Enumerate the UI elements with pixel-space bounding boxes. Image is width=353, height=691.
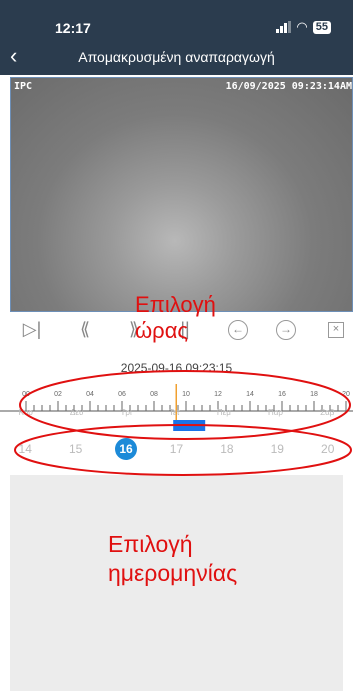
- skip-end-icon: ▷|: [22, 319, 42, 339]
- weekday-label: Δευ: [70, 408, 84, 417]
- date-item[interactable]: 14: [14, 438, 36, 460]
- close-square-icon: ×: [332, 323, 340, 335]
- ruler-hour-label: 18: [310, 391, 318, 398]
- skip-end-button[interactable]: ▷|: [20, 317, 44, 341]
- date-item[interactable]: 19: [266, 438, 288, 460]
- date-item[interactable]: 16: [115, 438, 138, 460]
- status-time: 12:17: [55, 20, 91, 36]
- ruler-hour-label: 02: [54, 391, 62, 398]
- weekday-label: Τρι: [120, 408, 132, 417]
- page-title: Απομακρυσμένη αναπαραγωγή: [78, 49, 275, 65]
- date-item[interactable]: 17: [165, 438, 187, 460]
- ruler-hour-label: 04: [86, 391, 94, 398]
- weekday-row: Κυρ Δευ Τρι Τετ Πεμ Παρ Σαβ: [0, 408, 353, 417]
- status-icons: ◠ 55: [276, 19, 331, 35]
- ruler-hour-label: 08: [150, 391, 158, 398]
- annotation-date-label: Επιλογή ημερομηνίας: [108, 530, 237, 588]
- cellular-signal-icon: [276, 21, 292, 33]
- ruler-hour-label: 16: [278, 391, 286, 398]
- ruler-hour-label: 06: [118, 391, 126, 398]
- weekday-label: Παρ: [268, 408, 283, 417]
- date-item[interactable]: 15: [65, 438, 87, 460]
- channel-label: IPC: [14, 81, 33, 92]
- date-row: 14 15 16 17 18 19 20: [0, 438, 353, 460]
- ruler-hour-label: 14: [246, 391, 254, 398]
- weekday-label: Πεμ: [216, 408, 231, 417]
- video-player[interactable]: IPC 16/09/2025 09:23:14AM: [10, 77, 353, 312]
- ruler-hour-label: 12: [214, 391, 222, 398]
- weekday-label: Τετ: [168, 408, 180, 417]
- video-timestamp: 16/09/2025 09:23:14AM: [225, 81, 352, 92]
- battery-icon: 55: [312, 20, 331, 34]
- date-item[interactable]: 20: [317, 438, 339, 460]
- annotation-time-label: Επιλογή ώρας: [135, 292, 216, 343]
- close-button[interactable]: ×: [328, 322, 344, 338]
- next-button[interactable]: →: [276, 320, 296, 340]
- next-icon: →: [280, 322, 292, 336]
- wifi-icon: ◠: [296, 19, 308, 34]
- annotation-date-line2: ημερομηνίας: [108, 560, 238, 586]
- rewind-icon: ⟪: [79, 319, 90, 339]
- ruler-hour-label: 10: [182, 391, 190, 398]
- current-playback-time: 2025-09-16 09:23:15: [120, 361, 233, 375]
- date-item[interactable]: 18: [216, 438, 238, 460]
- rewind-button[interactable]: ⟪: [73, 317, 97, 341]
- weekday-label: Κυρ: [18, 408, 33, 417]
- ruler-hour-label: 20: [342, 391, 350, 398]
- annotation-date-line1: Επιλογή: [108, 531, 193, 557]
- app-header: 12:17 ◠ 55 ‹ Απομακρυσμένη αναπαραγωγή: [0, 0, 353, 75]
- ruler-hour-label: 00: [22, 391, 30, 398]
- recording-segment[interactable]: [173, 420, 206, 431]
- weekday-label: Σαβ: [320, 408, 335, 417]
